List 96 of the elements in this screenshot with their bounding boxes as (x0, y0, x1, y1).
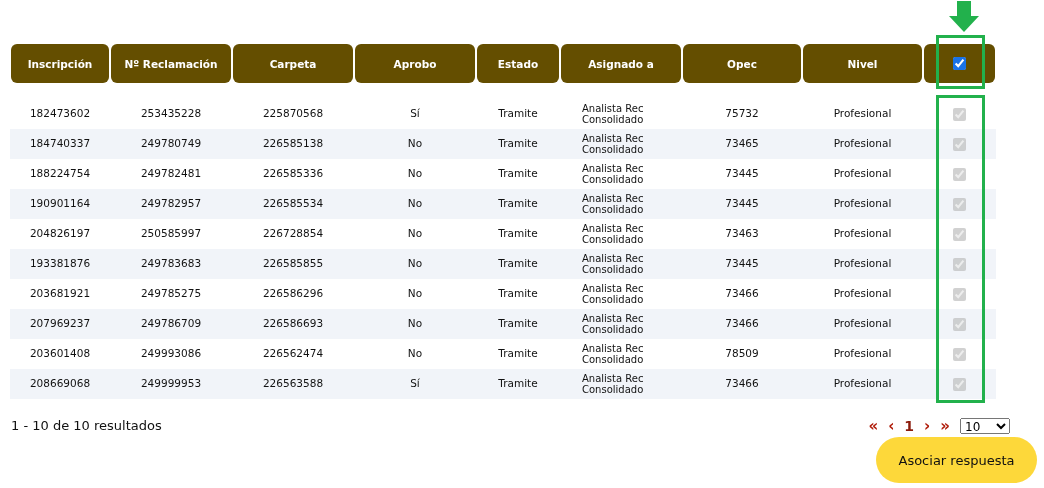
table-cell: Tramite (498, 348, 538, 360)
table-cell: Tramite (498, 168, 538, 180)
table-cell: 73445 (725, 168, 759, 180)
last-page-link[interactable]: » (940, 418, 950, 434)
table-cell: No (407, 138, 423, 150)
table-cell: Tramite (498, 108, 538, 120)
column-header: Carpeta (233, 44, 353, 83)
table-cell: Profesional (833, 318, 892, 330)
table-cell-text: Analista Rec Consolidado (582, 253, 645, 275)
table-cell: Profesional (833, 258, 892, 270)
table-cell-text: Analista Rec Consolidado (582, 193, 645, 215)
next-page-link[interactable]: › (924, 418, 931, 434)
column-header: Opec (683, 44, 801, 83)
table-cell: No (407, 288, 423, 300)
column-header: Inscripción (11, 44, 109, 83)
table-cell: 226586693 (262, 318, 324, 330)
page-size-select[interactable]: 10 (960, 418, 1010, 434)
table-cell-text: Analista Rec Consolidado (582, 313, 645, 335)
table-cell: Profesional (833, 228, 892, 240)
results-count: 1 - 10 de 10 resultados (11, 418, 162, 433)
table-cell: 249785275 (140, 288, 202, 300)
column-header: Nivel (803, 44, 922, 83)
table-cell: 73445 (725, 258, 759, 270)
table-cell: 73466 (725, 378, 759, 390)
table-cell: 226585336 (262, 168, 324, 180)
table-cell: No (407, 198, 423, 210)
table-cell: 226585138 (262, 138, 324, 150)
table-cell: 249783683 (140, 258, 202, 270)
table-cell-text: Analista Rec Consolidado (582, 283, 645, 305)
column-header: Nº Reclamación (111, 44, 231, 83)
table-cell: Profesional (833, 138, 892, 150)
column-header: Asignado a (561, 44, 681, 83)
table-cell: 253435228 (140, 108, 202, 120)
table-cell: 193381876 (29, 258, 91, 270)
table-cell: 207969237 (29, 318, 91, 330)
table-cell: 73463 (725, 228, 759, 240)
table-cell: 226585855 (262, 258, 324, 270)
table-cell: 203601408 (29, 348, 91, 360)
table-cell: Sí (410, 378, 420, 390)
table-cell: 208669068 (29, 378, 91, 390)
previous-page-link[interactable]: ‹ (888, 418, 895, 434)
table-cell: Sí (410, 108, 420, 120)
table-cell: Tramite (498, 258, 538, 270)
table-cell: 249780749 (140, 138, 202, 150)
table-cell: No (407, 228, 423, 240)
first-page-link[interactable]: « (868, 418, 879, 434)
current-page[interactable]: 1 (904, 418, 915, 434)
table-cell: No (407, 168, 423, 180)
table-cell: 204826197 (29, 228, 91, 240)
table-cell: 249782481 (140, 168, 202, 180)
table-cell: Profesional (833, 348, 892, 360)
table-cell: Profesional (833, 168, 892, 180)
table-cell: 226586296 (262, 288, 324, 300)
table-cell-text: Analista Rec Consolidado (582, 133, 645, 155)
table-cell-text: Analista Rec Consolidado (582, 163, 645, 185)
associate-response-button[interactable]: Asociar respuesta (876, 437, 1037, 483)
table-cell: 188224754 (29, 168, 91, 180)
table-cell: 226585534 (262, 198, 324, 210)
table-cell: No (407, 258, 423, 270)
table-cell: 73445 (725, 198, 759, 210)
table-cell: Tramite (498, 138, 538, 150)
table-cell: 75732 (725, 108, 759, 120)
table-cell: No (407, 348, 423, 360)
column-header: Estado (477, 44, 559, 83)
table-cell: 182473602 (29, 108, 91, 120)
table-cell: 249782957 (140, 198, 202, 210)
table-cell: 226563588 (262, 378, 324, 390)
table-cell: Profesional (833, 378, 892, 390)
table-cell: Profesional (833, 108, 892, 120)
table-cell-text: Analista Rec Consolidado (582, 373, 645, 395)
table-cell: 226728854 (262, 228, 324, 240)
table-cell: Profesional (833, 198, 892, 210)
table-cell: 250585997 (140, 228, 202, 240)
table-cell: Tramite (498, 198, 538, 210)
table-cell: Tramite (498, 318, 538, 330)
table-cell: 249999953 (140, 378, 202, 390)
table-cell: 73465 (725, 138, 759, 150)
table-cell: Profesional (833, 288, 892, 300)
table-cell: 203681921 (29, 288, 91, 300)
table-cell: 190901164 (29, 198, 91, 210)
column-header: Aprobo (355, 44, 475, 83)
table-cell: Tramite (498, 378, 538, 390)
table-cell-text: Analista Rec Consolidado (582, 223, 645, 245)
table-cell: Tramite (498, 288, 538, 300)
table-cell: No (407, 318, 423, 330)
table-cell-text: Analista Rec Consolidado (582, 343, 645, 365)
table-cell: 78509 (725, 348, 759, 360)
table-cell: 73466 (725, 318, 759, 330)
table-cell: 225870568 (262, 108, 324, 120)
table-cell: 249993086 (140, 348, 202, 360)
table-cell: 73466 (725, 288, 759, 300)
table-cell: 249786709 (140, 318, 202, 330)
table-cell: 184740337 (29, 138, 91, 150)
table-cell-text: Analista Rec Consolidado (582, 103, 645, 125)
table-cell: Tramite (498, 228, 538, 240)
table-cell: 226562474 (262, 348, 324, 360)
